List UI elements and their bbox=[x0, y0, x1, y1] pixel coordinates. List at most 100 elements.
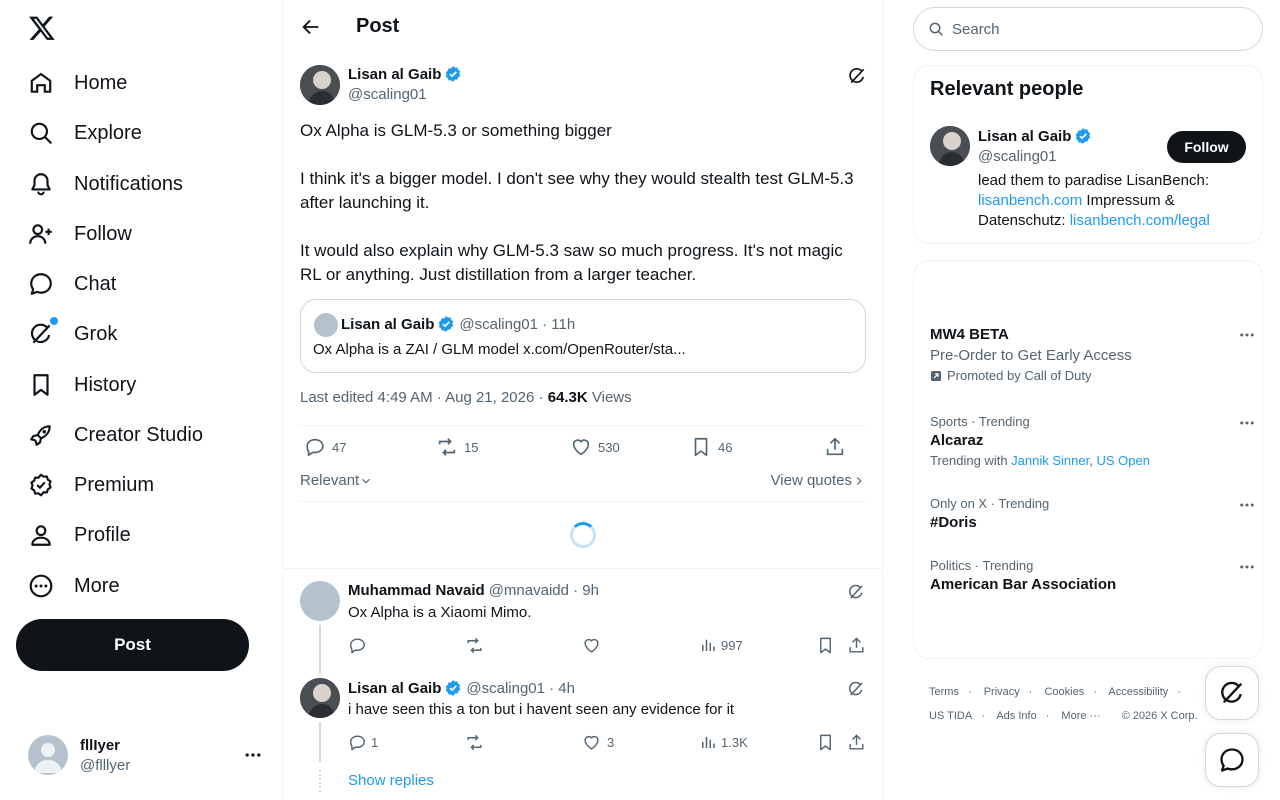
nav-profile[interactable]: Profile bbox=[28, 515, 131, 555]
reply-button[interactable] bbox=[348, 636, 367, 655]
grok-fab[interactable] bbox=[1205, 666, 1259, 720]
repost-button[interactable] bbox=[465, 733, 484, 752]
page-title: Post bbox=[356, 15, 400, 37]
repost-icon bbox=[436, 436, 458, 458]
back-arrow-icon[interactable] bbox=[300, 16, 322, 38]
nav-chat[interactable]: Chat bbox=[28, 264, 116, 304]
promo-subtitle: Pre-Order to Get Early Access bbox=[930, 347, 1132, 364]
more-horizontal-icon[interactable] bbox=[1238, 558, 1256, 576]
share-button[interactable] bbox=[824, 436, 846, 458]
more-horizontal-icon[interactable] bbox=[1238, 496, 1256, 514]
bookmark-button[interactable] bbox=[816, 636, 835, 655]
show-replies-link[interactable]: Show replies bbox=[348, 772, 434, 789]
person-avatar[interactable] bbox=[930, 126, 970, 166]
reply-handle-time[interactable]: @scaling01 · 4h bbox=[466, 680, 575, 697]
like-button[interactable]: 3 bbox=[582, 733, 614, 752]
reply-header: Muhammad Navaid @mnavaidd · 9h bbox=[348, 582, 599, 599]
footer-link[interactable]: Privacy bbox=[984, 686, 1020, 698]
share-button[interactable] bbox=[847, 733, 866, 752]
more-horizontal-icon[interactable] bbox=[1238, 414, 1256, 432]
reply-author[interactable]: Muhammad Navaid bbox=[348, 582, 485, 599]
nav-creator-studio-label: Creator Studio bbox=[74, 423, 203, 446]
reply-tweet[interactable]: Lisan al Gaib @scaling01 · 4h i have see… bbox=[284, 666, 883, 800]
trend-context: Politics · Trending bbox=[930, 558, 1034, 573]
footer-link[interactable]: US TIDA bbox=[929, 710, 972, 722]
like-button[interactable] bbox=[582, 636, 601, 655]
reply-handle-time[interactable]: @mnavaidd · 9h bbox=[489, 582, 599, 599]
nav-premium[interactable]: Premium bbox=[28, 465, 154, 505]
repost-button[interactable] bbox=[465, 636, 484, 655]
avatar bbox=[28, 735, 68, 775]
post-button[interactable]: Post bbox=[16, 619, 249, 671]
footer-link[interactable]: Cookies bbox=[1044, 686, 1084, 698]
share-button[interactable] bbox=[847, 636, 866, 655]
loading-spinner bbox=[570, 522, 596, 548]
search-bar[interactable] bbox=[913, 7, 1263, 51]
nav-notifications[interactable]: Notifications bbox=[28, 164, 183, 204]
promoted-trend[interactable]: MW4 BETA Pre-Order to Get Early Access P… bbox=[930, 326, 1254, 383]
person-handle[interactable]: @scaling01 bbox=[978, 148, 1057, 165]
tweet-meta: Last edited 4:49 AM · Aug 21, 2026 · 64.… bbox=[300, 389, 632, 406]
repost-icon bbox=[465, 636, 484, 655]
view-quotes-link[interactable]: View quotes bbox=[771, 472, 866, 489]
footer-link[interactable]: Accessibility bbox=[1108, 686, 1168, 698]
nav-grok[interactable]: Grok bbox=[28, 314, 117, 354]
reply-tweet[interactable]: Muhammad Navaid @mnavaidd · 9h Ox Alpha … bbox=[284, 569, 883, 673]
reply-avatar[interactable] bbox=[300, 581, 340, 621]
nav-creator-studio[interactable]: Creator Studio bbox=[28, 415, 203, 455]
bookmark-button[interactable]: 46 bbox=[690, 436, 732, 458]
quote-avatar bbox=[314, 313, 338, 337]
trend-item[interactable]: Politics · Trending American Bar Associa… bbox=[930, 558, 1254, 593]
author-name-row[interactable]: Lisan al Gaib bbox=[348, 65, 462, 83]
grok-icon[interactable] bbox=[847, 66, 867, 86]
account-switcher[interactable]: fllIyer @flllyer bbox=[28, 735, 268, 775]
trend-item[interactable]: Sports · Trending Alcaraz Trending with … bbox=[930, 414, 1254, 468]
copyright: © 2026 X Corp. bbox=[1121, 710, 1198, 722]
views-button[interactable]: 1.3K bbox=[699, 733, 748, 751]
grok-icon[interactable] bbox=[847, 680, 865, 698]
repost-button[interactable]: 15 bbox=[436, 436, 478, 458]
follow-button[interactable]: Follow bbox=[1167, 131, 1246, 163]
reply-text: i have seen this a ton but i havent seen… bbox=[348, 701, 735, 718]
reply-author[interactable]: Lisan al Gaib bbox=[348, 680, 441, 697]
author-handle[interactable]: @scaling01 bbox=[348, 86, 427, 103]
bio-link[interactable]: lisanbench.com bbox=[978, 192, 1082, 209]
x-logo-icon[interactable] bbox=[28, 14, 56, 42]
more-horizontal-icon[interactable] bbox=[243, 745, 263, 765]
nav-premium-label: Premium bbox=[74, 473, 155, 496]
main-column: Post Lisan al Gaib @scaling01 Ox Alpha i… bbox=[284, 0, 883, 800]
bookmark-button[interactable] bbox=[816, 733, 835, 752]
views-button[interactable]: 997 bbox=[699, 636, 743, 654]
quoted-tweet[interactable]: Lisan al Gaib @scaling01 · 11h Ox Alpha … bbox=[300, 299, 866, 373]
footer-link[interactable]: More ··· bbox=[1061, 710, 1100, 722]
footer-link[interactable]: Ads Info bbox=[996, 710, 1036, 722]
trend-item[interactable]: Only on X · Trending #Doris bbox=[930, 496, 1254, 531]
more-horizontal-icon[interactable] bbox=[1238, 326, 1256, 344]
nav-home[interactable]: Home bbox=[28, 63, 127, 103]
like-button[interactable]: 530 bbox=[570, 436, 620, 458]
sort-replies-dropdown[interactable]: Relevant bbox=[300, 472, 373, 489]
nav-more[interactable]: More bbox=[28, 566, 120, 606]
bio-link[interactable]: lisanbench.com/legal bbox=[1070, 212, 1210, 229]
nav-profile-label: Profile bbox=[74, 523, 131, 546]
nav-history[interactable]: History bbox=[28, 365, 136, 405]
person-name-row[interactable]: Lisan al Gaib bbox=[978, 127, 1092, 145]
share-icon bbox=[847, 636, 866, 655]
bookmark-icon bbox=[816, 733, 835, 752]
search-input[interactable] bbox=[952, 20, 1232, 38]
author-avatar[interactable] bbox=[300, 65, 340, 105]
footer-link[interactable]: Terms bbox=[929, 686, 959, 698]
nav-follow[interactable]: Follow bbox=[28, 214, 132, 254]
messages-fab[interactable] bbox=[1205, 733, 1259, 787]
reply-avatar[interactable] bbox=[300, 678, 340, 718]
trend-link[interactable]: US Open bbox=[1096, 453, 1149, 468]
nav-explore[interactable]: Explore bbox=[28, 113, 142, 153]
trends-card: MW4 BETA Pre-Order to Get Early Access P… bbox=[913, 260, 1263, 659]
left-sidebar: Home Explore Notifications Follow Chat G… bbox=[0, 0, 284, 800]
reply-button[interactable]: 1 bbox=[348, 733, 378, 752]
trend-link[interactable]: Jannik Sinner bbox=[1011, 453, 1089, 468]
chevron-right-icon bbox=[852, 474, 866, 488]
grok-icon[interactable] bbox=[847, 583, 865, 601]
verified-badge-icon bbox=[28, 472, 54, 498]
reply-button[interactable]: 47 bbox=[304, 436, 346, 458]
